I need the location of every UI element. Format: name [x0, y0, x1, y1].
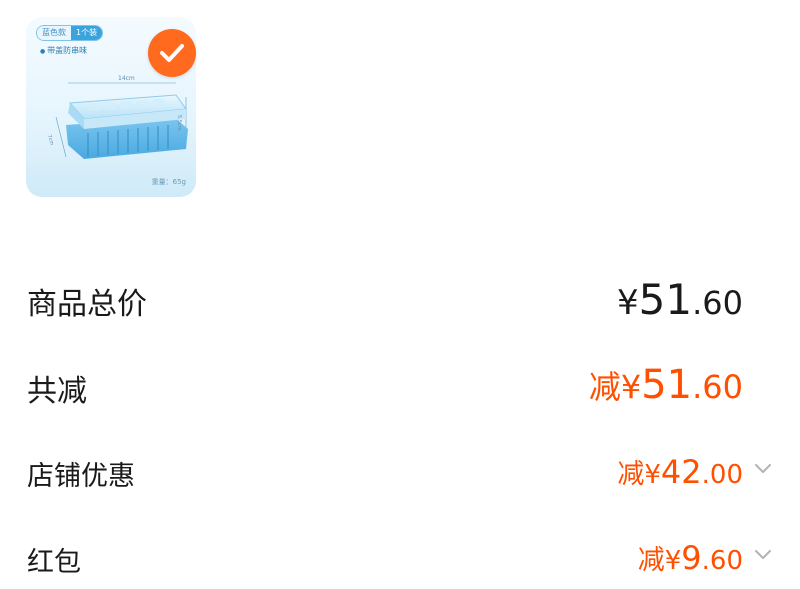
total-price-amount: ¥ 51 .60: [617, 275, 743, 324]
dimension-height: 5.5cm: [176, 115, 182, 131]
total-discount-label: 共减: [27, 374, 87, 409]
shop-discount-integer: 42: [660, 453, 702, 491]
dimension-length: 14cm: [118, 75, 135, 82]
order-price-summary: 14cm 5.5cm 7cm 蓝色款 1个装 带盖防串味 重量：65g 商品总价…: [0, 0, 800, 589]
shop-discount-label: 店铺优惠: [27, 461, 135, 492]
red-packet-prefix: 减: [637, 545, 665, 576]
product-image-tag: 蓝色款 1个装: [36, 25, 104, 41]
total-discount-amount: 减 ¥ 51 .60: [589, 362, 743, 408]
red-packet-currency: ¥: [664, 546, 682, 576]
dimension-width: 7cm: [46, 134, 55, 146]
red-packet-decimal: .60: [701, 546, 743, 576]
shop-discount-decimal: .00: [701, 460, 743, 490]
product-image-weight: 重量：65g: [151, 178, 186, 186]
total-price-integer: 51: [638, 275, 693, 324]
product-tag-color: 蓝色款: [37, 26, 71, 40]
shop-discount-prefix: 减: [617, 459, 645, 490]
red-packet-label: 红包: [27, 547, 81, 578]
shop-discount-row[interactable]: 店铺优惠 减 ¥ 42 .00: [0, 450, 800, 494]
total-price-currency: ¥: [617, 283, 639, 323]
total-discount-row: 共减 减 ¥ 51 .60: [0, 362, 800, 412]
shop-discount-amount: 减 ¥ 42 .00: [617, 452, 743, 491]
red-packet-amount: 减 ¥ 9 .60: [638, 538, 743, 577]
chevron-down-icon[interactable]: [752, 457, 774, 479]
product-image-subtext: 带盖防串味: [40, 45, 87, 56]
product-tag-count: 1个装: [71, 26, 103, 40]
total-discount-integer: 51: [641, 362, 693, 408]
red-packet-row[interactable]: 红包 减 ¥ 9 .60: [0, 536, 800, 580]
total-price-row: 商品总价 ¥ 51 .60: [0, 275, 800, 325]
red-packet-integer: 9: [681, 539, 702, 577]
total-price-decimal: .60: [692, 284, 743, 322]
total-discount-decimal: .60: [692, 368, 743, 406]
selected-badge[interactable]: [148, 29, 196, 77]
checkmark-icon: [160, 44, 184, 62]
total-price-label: 商品总价: [27, 287, 147, 322]
total-discount-currency: ¥: [620, 368, 642, 406]
total-discount-prefix: 减: [588, 368, 621, 406]
chevron-down-icon[interactable]: [752, 543, 774, 565]
shop-discount-currency: ¥: [644, 460, 661, 490]
